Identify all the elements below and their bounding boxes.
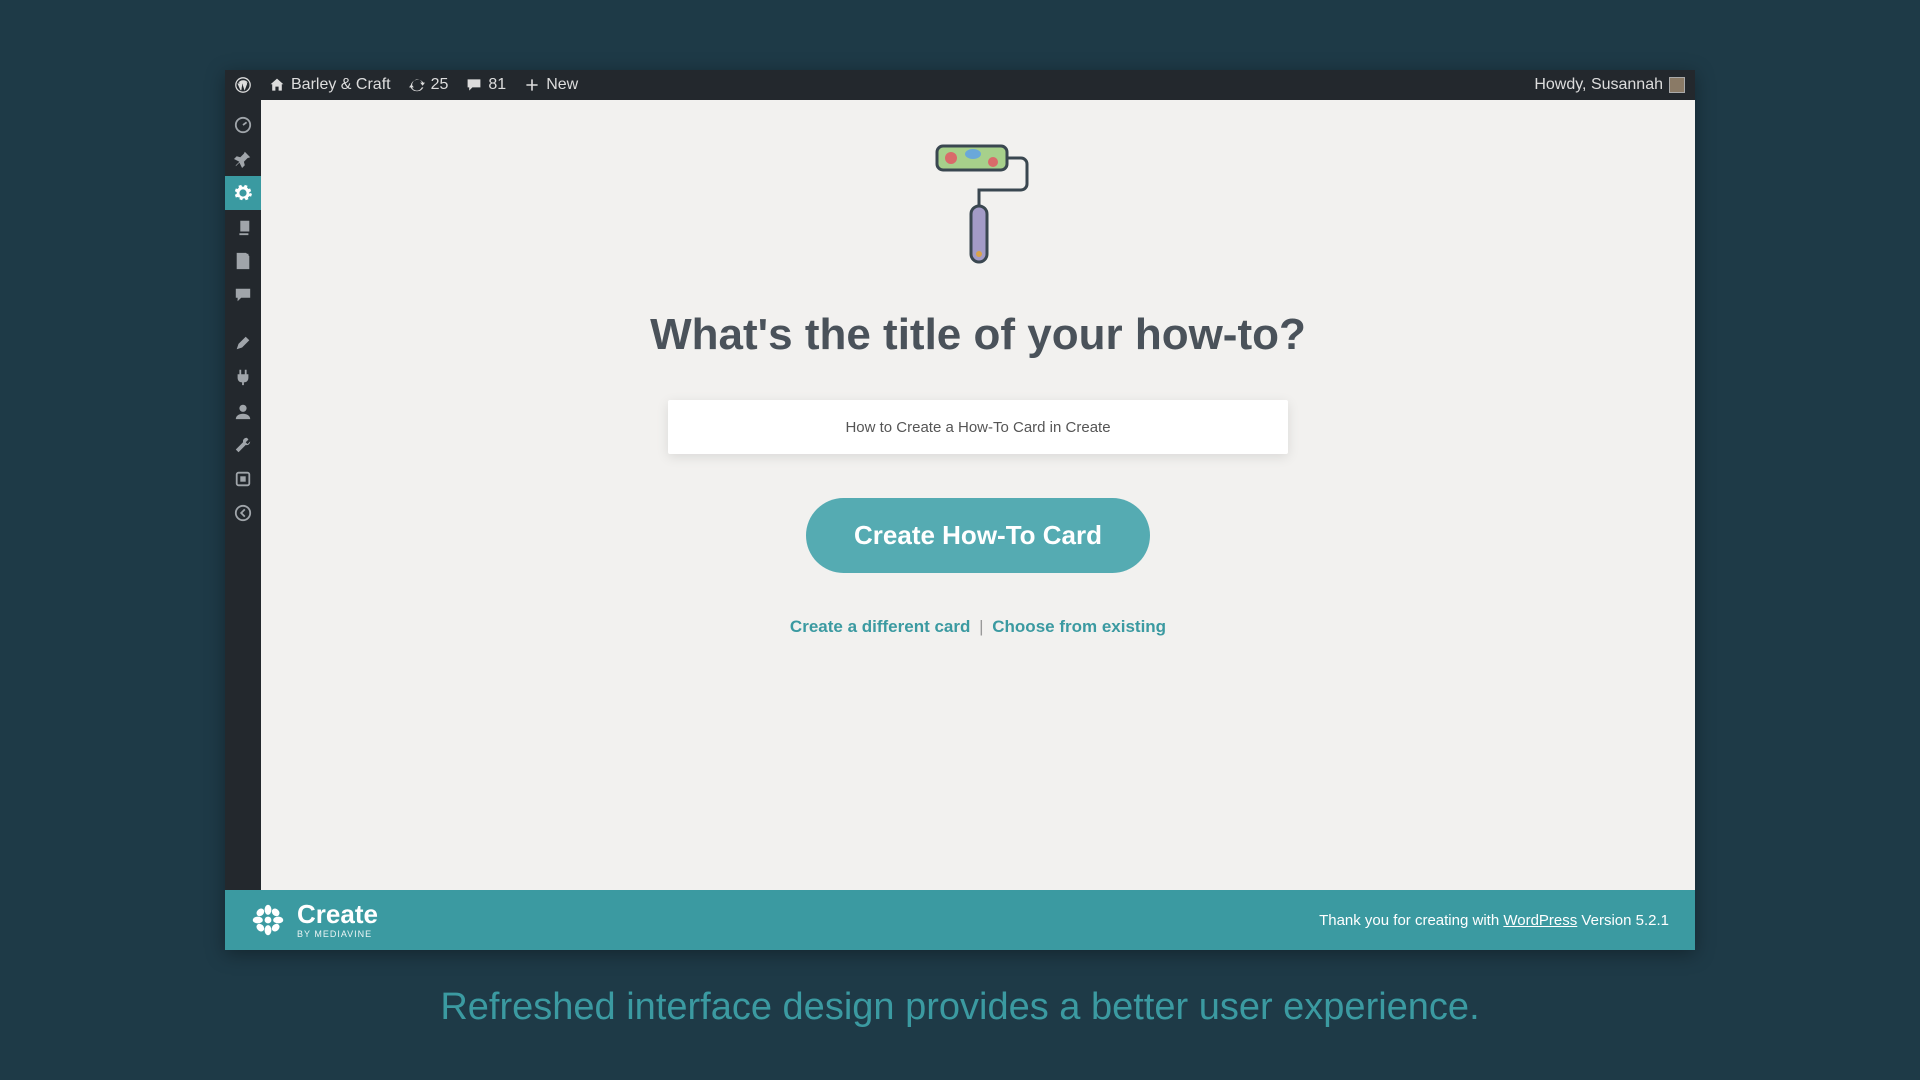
comments-icon <box>234 286 252 304</box>
media-icon <box>234 218 252 236</box>
side-collapse[interactable] <box>225 496 261 530</box>
new-label: New <box>546 76 578 94</box>
create-howto-button[interactable]: Create How-To Card <box>806 498 1150 573</box>
users-icon <box>234 402 252 420</box>
comment-icon <box>466 77 482 93</box>
pin-icon <box>234 150 252 168</box>
plus-icon <box>524 77 540 93</box>
updates-count: 25 <box>431 76 449 94</box>
side-comments[interactable] <box>225 278 261 312</box>
wp-side-menu <box>225 100 261 890</box>
side-appearance[interactable] <box>225 326 261 360</box>
alt-links: Create a different card | Choose from ex… <box>790 617 1166 637</box>
paint-roller-icon <box>923 140 1033 280</box>
howdy-text: Howdy, Susannah <box>1534 76 1663 94</box>
wp-admin-window: Barley & Craft 25 81 New Howdy, Susannah <box>225 70 1695 950</box>
side-create[interactable] <box>225 176 261 210</box>
pages-icon <box>234 252 252 270</box>
appearance-icon <box>234 334 252 352</box>
page-title: What's the title of your how-to? <box>650 310 1306 360</box>
comments-count: 81 <box>488 76 506 94</box>
wp-body: What's the title of your how-to? Create … <box>225 100 1695 890</box>
new-content-menu[interactable]: New <box>524 76 578 94</box>
wp-admin-bar: Barley & Craft 25 81 New Howdy, Susannah <box>225 70 1695 100</box>
wordpress-icon <box>235 77 251 93</box>
create-different-card-link[interactable]: Create a different card <box>790 617 970 636</box>
side-dashboard[interactable] <box>225 108 261 142</box>
collapse-icon <box>234 504 252 522</box>
wp-logo-menu[interactable] <box>235 77 251 93</box>
dashboard-icon <box>234 116 252 134</box>
choose-from-existing-link[interactable]: Choose from existing <box>992 617 1166 636</box>
howto-title-input[interactable] <box>668 400 1288 454</box>
footer-brand-name: Create <box>297 901 378 927</box>
side-media[interactable] <box>225 210 261 244</box>
footer-brand-sub: BY MEDIAVINE <box>297 929 378 939</box>
tools-icon <box>234 436 252 454</box>
footer-thanks-prefix: Thank you for creating with <box>1319 912 1503 929</box>
footer-brand: Create BY MEDIAVINE <box>251 901 378 939</box>
user-account-menu[interactable]: Howdy, Susannah <box>1534 76 1685 94</box>
footer-credits: Thank you for creating with WordPress Ve… <box>1319 912 1669 929</box>
settings-icon <box>234 470 252 488</box>
avatar <box>1669 77 1685 93</box>
create-logo-icon <box>251 903 285 937</box>
side-pages[interactable] <box>225 244 261 278</box>
updates-menu[interactable]: 25 <box>409 76 449 94</box>
side-tools[interactable] <box>225 428 261 462</box>
footer-version: Version 5.2.1 <box>1577 912 1669 929</box>
comments-menu[interactable]: 81 <box>466 76 506 94</box>
updates-icon <box>409 77 425 93</box>
wordpress-link[interactable]: WordPress <box>1503 912 1577 929</box>
wp-content-area: What's the title of your how-to? Create … <box>261 100 1695 890</box>
site-name-text: Barley & Craft <box>291 76 391 94</box>
side-settings[interactable] <box>225 462 261 496</box>
side-posts[interactable] <box>225 142 261 176</box>
side-plugins[interactable] <box>225 360 261 394</box>
footer-bar: Create BY MEDIAVINE Thank you for creati… <box>225 890 1695 950</box>
side-users[interactable] <box>225 394 261 428</box>
plugins-icon <box>234 368 252 386</box>
site-name-menu[interactable]: Barley & Craft <box>269 76 391 94</box>
separator: | <box>979 617 983 636</box>
slide-caption: Refreshed interface design provides a be… <box>440 986 1479 1029</box>
home-icon <box>269 77 285 93</box>
gear-icon <box>234 184 252 202</box>
